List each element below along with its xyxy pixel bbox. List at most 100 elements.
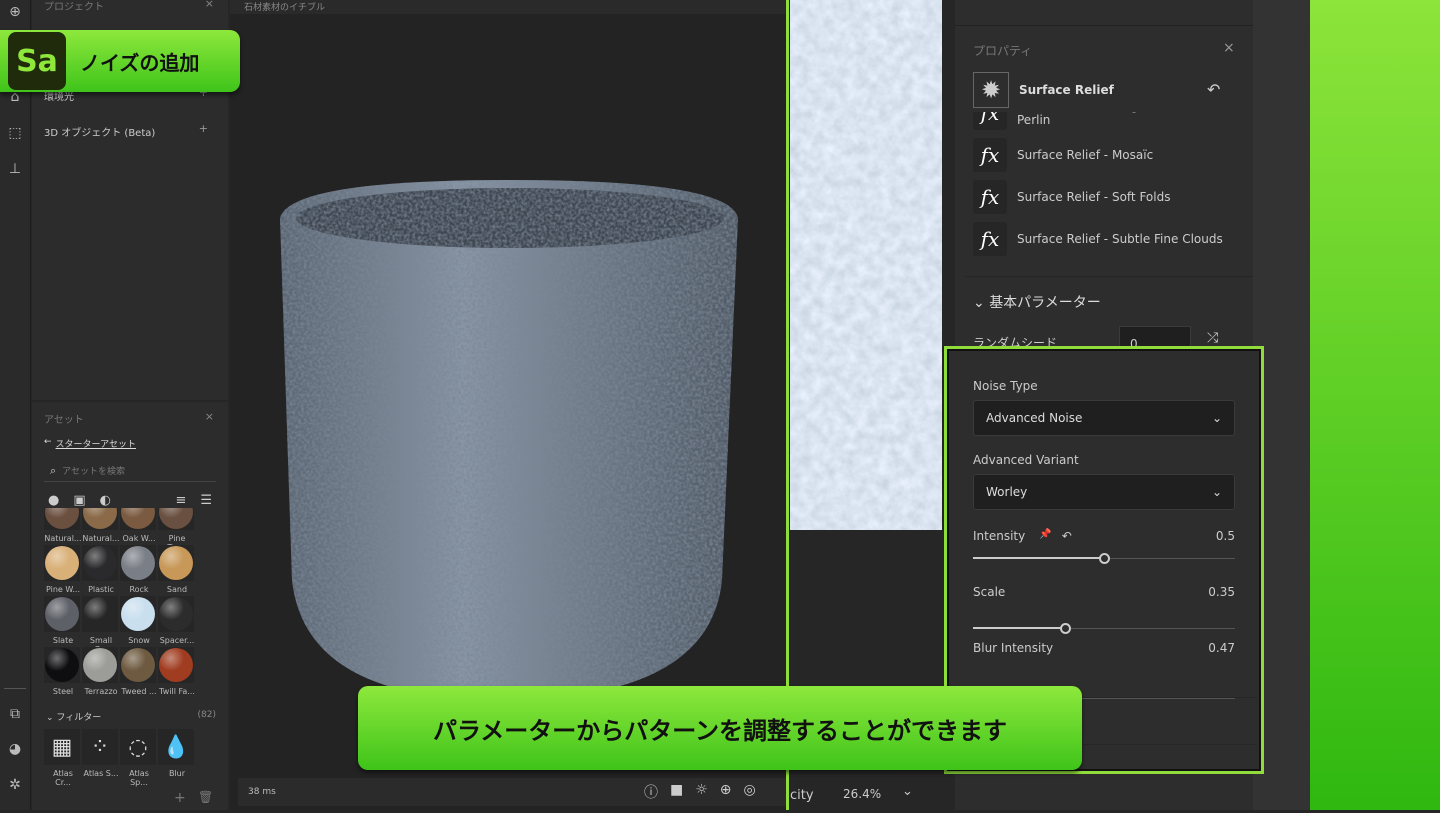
slider-knob[interactable] <box>1059 623 1071 634</box>
asset-item[interactable]: Small G... <box>82 596 120 654</box>
filter-label: Atlas Sp... <box>129 769 149 787</box>
2d-texture-preview[interactable] <box>790 0 942 530</box>
asset-label: Pine W... <box>45 585 81 594</box>
viewport-title-bar: 石材素材のイチブル <box>230 0 786 14</box>
close-icon[interactable]: × <box>205 0 214 10</box>
search-icon: ⌕ <box>50 463 57 477</box>
asset-item[interactable]: Natural... <box>82 508 120 543</box>
asset-thumbnail <box>82 596 118 632</box>
reset-icon[interactable]: ↶ <box>1062 529 1072 543</box>
asset-item[interactable]: Tweed ... <box>120 647 158 696</box>
slider-knob[interactable] <box>1099 553 1110 564</box>
add-icon[interactable]: + <box>174 790 186 806</box>
asset-item[interactable]: Plastic <box>82 545 120 594</box>
asset-item[interactable]: Slate <box>44 596 82 645</box>
material-filter-icon[interactable]: ● <box>48 493 59 508</box>
plugins-icon[interactable]: ✲ <box>6 776 24 794</box>
material-icon[interactable]: ◎ <box>744 782 756 802</box>
trash-icon[interactable]: 🗑 <box>198 790 213 804</box>
title-callout: Sa ノイズの追加 <box>0 30 240 92</box>
filter-item[interactable]: ⁘ Atlas S... <box>82 729 120 787</box>
environment-icon[interactable]: ⊕ <box>720 782 732 802</box>
left-tool-rail: ⊕ ⌂ ⬚ ⊥ ⧉ ◕ ✲ <box>0 0 31 810</box>
preset-label: Surface Relief - Large Smooth Perlin <box>1017 112 1196 127</box>
asset-thumbnail <box>158 508 194 530</box>
filter-item[interactable]: ▦ Atlas Cr... <box>44 729 82 787</box>
light-filter-icon[interactable]: ◐ <box>100 493 111 508</box>
filters-label: フィルター <box>56 713 102 723</box>
preset-item[interactable]: fx Surface Relief - Subtle Fine Clouds <box>973 219 1233 259</box>
slider[interactable] <box>973 622 1235 636</box>
info-icon[interactable]: ⓘ <box>644 782 658 802</box>
asset-item[interactable]: Terrazzo <box>82 647 120 696</box>
asset-item[interactable]: Natural... <box>44 508 82 543</box>
variant-label: Advanced Variant <box>973 453 1079 467</box>
zoom-level[interactable]: 26.4% <box>843 787 881 801</box>
preset-item[interactable]: fx Surface Relief - Mosaïc <box>973 135 1233 175</box>
asset-item[interactable]: Oak W... <box>120 508 158 543</box>
slider-value[interactable]: 0.35 <box>1208 585 1235 599</box>
asset-label: Sand <box>166 585 188 594</box>
callout-title: ノイズの追加 <box>80 50 200 75</box>
filters-header[interactable]: ⌄ フィルター <box>46 710 101 723</box>
back-link[interactable]: ← スターターアセット <box>44 437 136 450</box>
project-item-3d[interactable]: 3D オブジェクト (Beta) <box>44 124 155 139</box>
section-title: 基本パラメーター <box>989 295 1101 311</box>
search-placeholder: アセットを検索 <box>62 467 125 477</box>
slider-label: Intensity <box>973 529 1026 543</box>
reset-icon[interactable]: ↶ <box>1207 80 1220 99</box>
asset-label: Slate <box>52 636 74 645</box>
filter-item[interactable]: 💧 Blur <box>158 729 196 787</box>
close-icon[interactable]: × <box>205 410 214 423</box>
slider-row: Intensity 📌 ↶ 0.5 <box>973 529 1235 543</box>
caption-text: パラメーターからパターンを調整することができます <box>432 716 1008 745</box>
slider-value[interactable]: 0.5 <box>1216 529 1235 543</box>
chevron-down-icon[interactable]: ⌄ <box>902 784 913 799</box>
asset-item[interactable]: Spacer... <box>158 596 196 645</box>
back-link-label: スターターアセット <box>55 440 137 450</box>
environment-icon[interactable]: ◕ <box>6 740 24 758</box>
add-icon[interactable]: ⊕ <box>6 3 24 21</box>
light-icon[interactable]: ☼ <box>695 782 708 802</box>
render-time: 38 ms <box>248 787 276 797</box>
asset-thumbnail <box>44 647 80 683</box>
camera-icon[interactable]: ■ <box>670 782 683 802</box>
asset-label: Oak W... <box>122 534 156 543</box>
search-input[interactable]: ⌕ アセットを検索 <box>44 460 216 482</box>
asset-item[interactable]: Snow <box>120 596 158 645</box>
add-icon[interactable]: + <box>199 122 208 135</box>
asset-label: Plastic <box>88 585 114 594</box>
pin-icon[interactable]: 📌 <box>1039 529 1051 543</box>
slider[interactable] <box>973 552 1235 566</box>
asset-thumbnail <box>82 545 118 581</box>
noise-type-select[interactable]: Advanced Noise ⌄ <box>973 400 1235 436</box>
asset-thumbnail <box>158 647 194 683</box>
asset-label: Snow <box>128 636 150 645</box>
filter-item[interactable]: ◌ Atlas Sp... <box>120 729 158 787</box>
shuffle-icon[interactable]: ⤮ <box>1207 330 1218 346</box>
relief-icon: ✹ <box>980 76 1002 104</box>
stamp-icon[interactable]: ⊥ <box>6 160 24 178</box>
asset-item[interactable]: Rock <box>120 545 158 594</box>
transform-icon[interactable]: ⬚ <box>6 124 24 142</box>
asset-thumbnail <box>82 647 118 683</box>
asset-item[interactable]: Pine W... <box>44 545 82 594</box>
preset-item[interactable]: fx Surface Relief - Soft Folds <box>973 177 1233 217</box>
asset-label: Rock <box>129 585 149 594</box>
image-filter-icon[interactable]: ▣ <box>73 493 85 508</box>
asset-thumbnail <box>120 596 156 632</box>
viewport-title: 石材素材のイチブル <box>244 3 326 13</box>
asset-item[interactable]: Steel <box>44 647 82 696</box>
list-view-icon[interactable]: ☰ <box>200 493 212 508</box>
render-settings-icon[interactable]: ⧉ <box>6 705 24 723</box>
variant-select[interactable]: Worley ⌄ <box>973 474 1235 510</box>
asset-item[interactable]: Twill Fa... <box>158 647 196 696</box>
close-icon[interactable]: × <box>1223 40 1235 56</box>
asset-thumbnail <box>82 508 118 530</box>
asset-item[interactable]: Sand <box>158 545 196 594</box>
section-header[interactable]: ⌄ 基本パラメーター <box>973 292 1101 312</box>
green-background <box>1310 0 1440 810</box>
slider-value[interactable]: 0.47 <box>1208 641 1235 655</box>
preset-item[interactable]: fx Surface Relief - Large Smooth Perlin <box>973 112 1233 133</box>
sort-icon[interactable]: ≡ <box>175 493 186 508</box>
